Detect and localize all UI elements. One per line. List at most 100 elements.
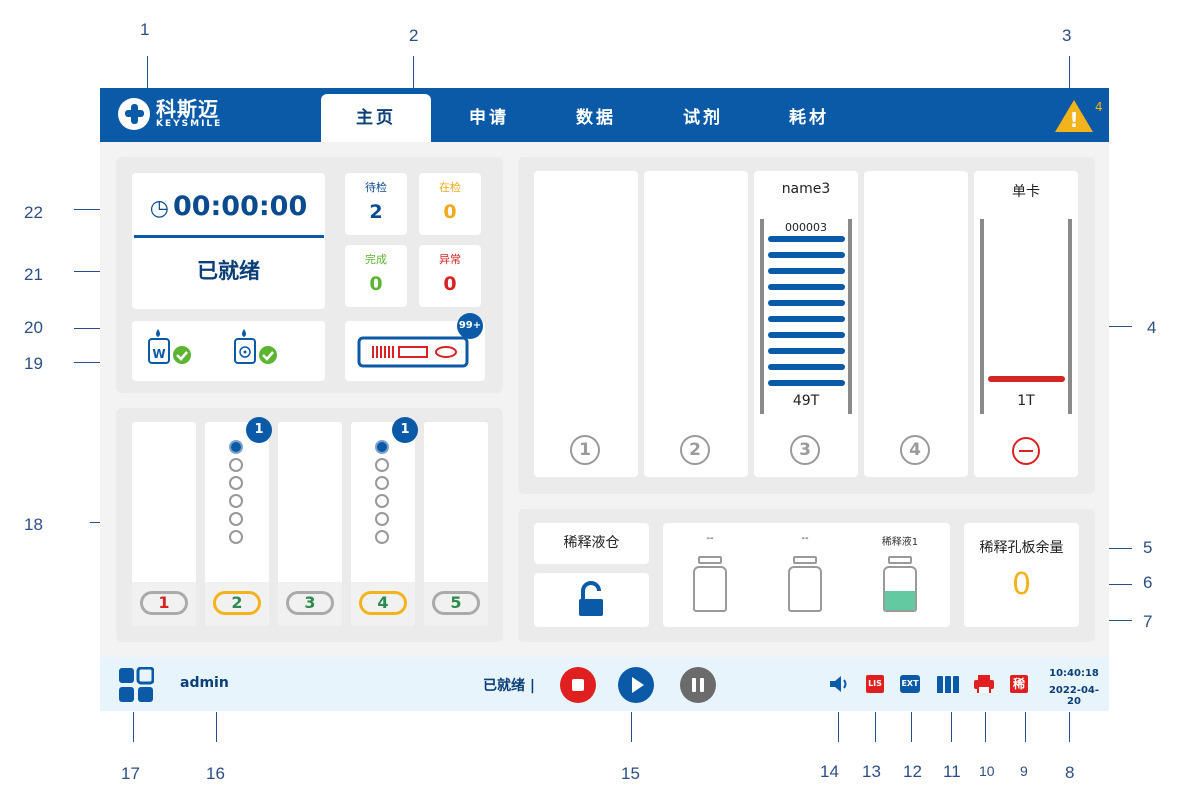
test-card-status[interactable]: 99+ [345,313,485,381]
rack-4-badge: 1 [392,417,418,443]
tab-consumables[interactable]: 耗材 [754,94,864,142]
leader-12 [911,712,912,742]
slot-number-3: 3 [790,435,820,465]
tube-position [375,494,389,508]
stop-icon [572,679,584,691]
slot-number-2: 2 [680,435,710,465]
leader-17 [133,712,134,742]
tube-position [229,476,243,490]
dilution-plate-card: 稀释孔板余量 0 [964,523,1079,627]
bottle-2-label: -- [801,533,809,544]
reagent-tests: 49T [792,393,820,409]
bottle-icon[interactable] [883,556,917,612]
callout-4: 4 [1147,318,1157,337]
stat-done[interactable]: 完成 0 [345,245,407,307]
bottle-3-label: 稀释液1 [881,537,919,548]
leader-18 [90,522,100,523]
rack-number-3: 3 [286,591,334,615]
reagent-slot-1[interactable]: 1 [534,171,638,477]
callout-21: 21 [24,265,43,284]
printer-icon[interactable] [973,675,995,693]
callout-2: 2 [409,26,419,45]
stop-button[interactable] [560,667,596,703]
liquid-status-icons: W [148,329,277,364]
tube-position [229,530,243,544]
start-button[interactable] [618,667,654,703]
card-count-badge: 99+ [457,313,483,339]
lis-icon[interactable]: LIS [866,675,884,693]
logo-cn-text: 科斯迈 [156,97,219,121]
diluent-title: 稀释液仓 [534,523,649,564]
minus-circle-icon[interactable] [1012,437,1040,465]
rack-5[interactable]: 5 [424,422,488,626]
rack-number-4: 4 [359,591,407,615]
single-card-label: 单卡 [1012,184,1040,200]
diluent-bottles: -- -- 稀释液1 [663,523,950,627]
tube-rack-icon[interactable] [936,675,960,693]
callout-16: 16 [206,764,225,783]
user-name[interactable]: admin [180,675,229,691]
reagent-slot-5[interactable]: 单卡 1T [974,171,1078,477]
reagent-slot-4[interactable]: 4 [864,171,968,477]
callout-6: 6 [1143,573,1153,592]
pause-button[interactable] [680,667,716,703]
rack-4[interactable]: 4 1 [351,417,418,626]
bottle-icon[interactable] [788,556,822,612]
clock-icon: ◷ [149,196,169,221]
callout-8: 8 [1065,763,1075,782]
alert-button[interactable]: ! 4 [1055,100,1103,134]
leader-15 [631,712,632,742]
water-bucket-icon: W [148,329,170,364]
leader-13 [875,712,876,742]
card-tests: 1T [1017,393,1035,409]
rack-2[interactable]: 2 1 [205,417,272,626]
tab-home[interactable]: 主页 [321,94,431,142]
tube-position [229,458,243,472]
dilution-plate-title: 稀释孔板余量 [979,540,1064,556]
callout-11: 11 [943,762,961,781]
tube-position [229,512,243,526]
callout-3: 3 [1062,26,1072,45]
stat-testing[interactable]: 在检 0 [419,173,481,235]
tab-request[interactable]: 申请 [434,94,544,142]
callout-13: 13 [862,762,881,781]
reagent-slot-3[interactable]: name3 000003 49T 3 [754,171,858,477]
volume-icon[interactable] [828,675,850,693]
rack-1[interactable]: 1 [132,422,196,626]
leader-9 [1025,712,1026,742]
liquid-status-card[interactable]: W [132,321,325,381]
callout-9: 9 [1020,763,1028,779]
tab-reagent[interactable]: 试剂 [648,94,758,142]
callout-14: 14 [820,762,839,781]
leader-10 [985,712,986,742]
leader-8 [1069,712,1070,742]
bottle-icon[interactable] [693,556,727,612]
tube-position [375,440,389,454]
keysmile-logo: 科斯迈 KEYSMILE [118,98,222,130]
tube-position [375,458,389,472]
slot-number-1: 1 [570,435,600,465]
tube-position [375,476,389,490]
dilution-icon[interactable]: 稀 [1010,675,1028,693]
stat-pending[interactable]: 待检 2 [345,173,407,235]
app-menu-icon[interactable] [118,667,154,703]
tube-position [375,512,389,526]
rack-3[interactable]: 3 [278,422,342,626]
reagent-slot-2[interactable]: 2 [644,171,748,477]
leader-11 [951,712,952,742]
leader-14 [838,712,839,742]
tab-data[interactable]: 数据 [541,94,651,142]
callout-7: 7 [1143,612,1153,631]
svg-text:W: W [152,347,165,361]
stat-error[interactable]: 异常 0 [419,245,481,307]
diluent-lock-button[interactable] [534,573,649,627]
bottle-1-label: -- [706,533,714,544]
tube-position [229,440,243,454]
logo-cross-icon [118,98,150,130]
ext-icon[interactable]: EXT [900,675,920,693]
rack-2-badge: 1 [246,417,272,443]
reagent-code: 000003 [785,221,827,234]
callout-15: 15 [621,764,640,783]
biohazard-bucket-icon [234,329,256,364]
unlock-icon [579,581,603,616]
